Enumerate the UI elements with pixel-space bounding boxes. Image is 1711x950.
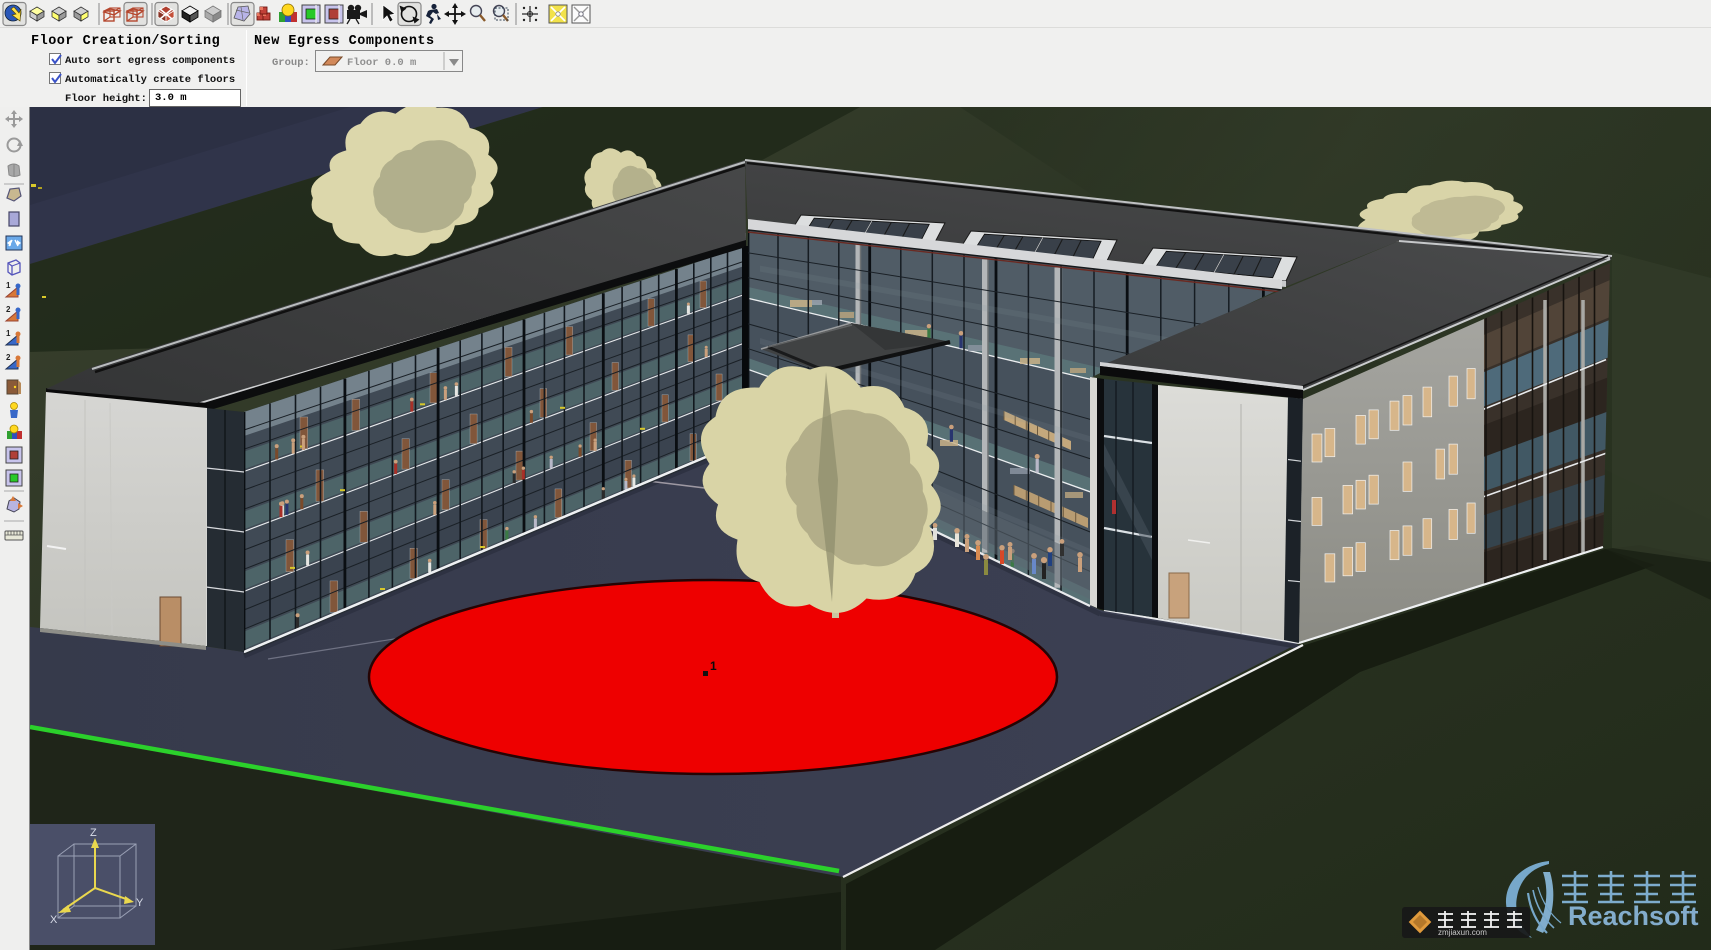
svg-text:1: 1	[6, 329, 11, 338]
svg-text:1: 1	[6, 281, 11, 290]
svg-text:Z: Z	[90, 827, 97, 839]
svg-text:2: 2	[6, 353, 11, 362]
svg-text:2: 2	[6, 305, 11, 314]
svg-text:X: X	[50, 914, 58, 926]
svg-text:Reachsoft: Reachsoft	[1568, 901, 1699, 931]
svg-text:Y: Y	[136, 897, 144, 909]
svg-text:zmjiaxun.com: zmjiaxun.com	[1438, 928, 1487, 937]
svg-text:1: 1	[710, 659, 717, 673]
svg-text:Floor 0.0 m: Floor 0.0 m	[347, 57, 416, 69]
